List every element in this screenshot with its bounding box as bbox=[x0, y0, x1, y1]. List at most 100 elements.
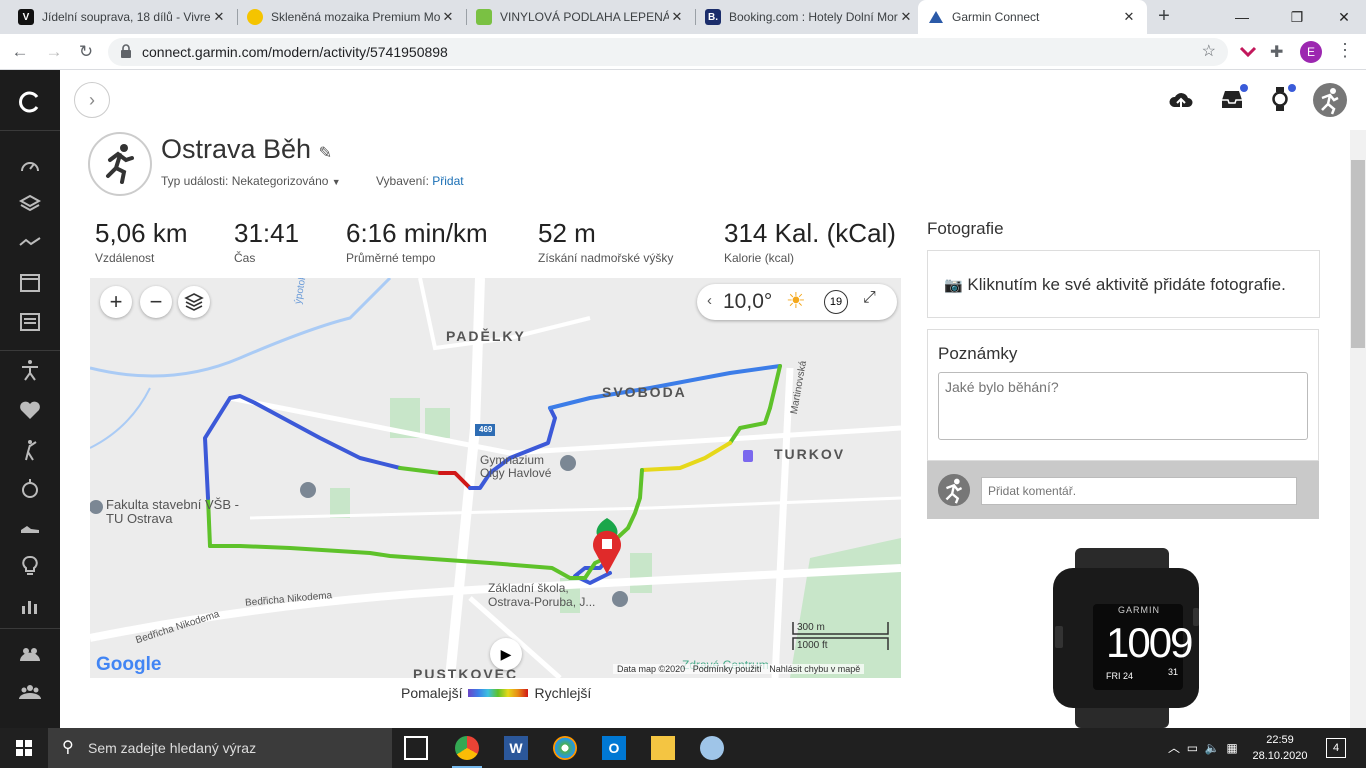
windows-start-icon[interactable] bbox=[0, 728, 48, 768]
booking-favicon: B. bbox=[705, 9, 721, 25]
vivre-favicon: V bbox=[18, 9, 34, 25]
volume-icon[interactable]: 🔈 bbox=[1205, 741, 1220, 755]
add-photos-box[interactable]: 📷 Kliknutím ke své aktivitě přidáte foto… bbox=[927, 250, 1320, 318]
floor-favicon bbox=[476, 9, 492, 25]
terms-link[interactable]: Podmínky použití bbox=[693, 664, 762, 674]
stopwatch-icon[interactable] bbox=[18, 476, 42, 500]
chevron-left-icon[interactable]: ‹ bbox=[707, 292, 712, 309]
golf-icon[interactable] bbox=[18, 438, 42, 462]
expand-sidebar-button[interactable]: › bbox=[74, 82, 110, 118]
tab-mozaika[interactable]: Skleněná mozaika Premium Mosaic ✕ bbox=[237, 0, 466, 34]
bookmark-star-icon[interactable]: ☆ bbox=[1202, 41, 1216, 61]
gear-row: Vybavení: Přidat bbox=[376, 174, 464, 188]
address-bar[interactable]: connect.garmin.com/modern/activity/57419… bbox=[108, 38, 1228, 66]
tab-garmin[interactable]: Garmin Connect ✕ bbox=[918, 0, 1147, 34]
tab-vivre[interactable]: V Jídelní souprava, 18 dílů - Vivre ✕ bbox=[8, 0, 237, 34]
watch-brand: GARMIN bbox=[1118, 605, 1160, 615]
chrome-menu-icon[interactable]: ⋮ bbox=[1336, 40, 1354, 61]
file-explorer-icon[interactable] bbox=[651, 736, 675, 760]
extensions-puzzle-icon[interactable]: ✚ bbox=[1270, 42, 1283, 62]
keyboard-icon[interactable]: ▦ bbox=[1226, 741, 1237, 755]
play-replay-button[interactable]: ▶ bbox=[490, 638, 522, 670]
activity-map[interactable]: PADĚLKY SVOBODA TURKOV PUSTKOVEC Gymnázi… bbox=[90, 278, 901, 678]
shoe-gear-icon[interactable] bbox=[18, 514, 42, 538]
layers-icon bbox=[184, 293, 204, 311]
app-taskbar-icon[interactable] bbox=[553, 736, 577, 760]
tab-booking[interactable]: B. Booking.com : Hotely Dolní Morava ✕ bbox=[695, 0, 924, 34]
close-tab-icon[interactable]: ✕ bbox=[898, 9, 914, 25]
zoom-out-button[interactable]: − bbox=[140, 286, 172, 318]
event-type-label: Typ události: bbox=[161, 174, 229, 188]
network-icon[interactable]: ▭ bbox=[1187, 741, 1198, 755]
word-taskbar-icon[interactable]: W bbox=[504, 736, 528, 760]
device-watch-icon[interactable] bbox=[1272, 86, 1288, 112]
close-tab-icon[interactable]: ✕ bbox=[211, 9, 227, 25]
close-tab-icon[interactable]: ✕ bbox=[669, 9, 685, 25]
garmin-logo-icon[interactable] bbox=[18, 90, 42, 114]
watch-day: FRI 24 bbox=[1106, 671, 1134, 681]
forward-icon[interactable]: → bbox=[42, 40, 66, 64]
close-window-icon[interactable]: ✕ bbox=[1330, 4, 1358, 30]
inbox-icon[interactable] bbox=[1220, 88, 1244, 110]
scrollbar-thumb[interactable] bbox=[1351, 160, 1365, 348]
tab-title: VINYLOVÁ PODLAHA LEPENÁ bbox=[500, 10, 669, 24]
activity-wave-icon[interactable] bbox=[18, 230, 42, 254]
pocket-extension-icon[interactable] bbox=[1238, 42, 1258, 62]
profile-avatar[interactable]: E bbox=[1300, 41, 1322, 63]
back-icon[interactable]: ← bbox=[8, 40, 32, 64]
training-person-icon[interactable] bbox=[18, 358, 42, 382]
map-layers-button[interactable] bbox=[178, 286, 210, 318]
restore-icon[interactable]: ❐ bbox=[1283, 4, 1311, 30]
notes-textarea[interactable] bbox=[938, 372, 1308, 440]
comment-input[interactable] bbox=[981, 477, 1297, 505]
fullscreen-icon[interactable]: ⤢ bbox=[863, 289, 876, 307]
minimize-icon[interactable]: — bbox=[1228, 4, 1256, 30]
add-photos-prompt[interactable]: 📷 Kliknutím ke své aktivitě přidáte foto… bbox=[944, 275, 1286, 295]
road-shield-label: 469 bbox=[479, 425, 493, 434]
news-feed-icon[interactable] bbox=[18, 310, 42, 334]
park-area bbox=[790, 538, 901, 678]
browser-tab-strip: V Jídelní souprava, 18 dílů - Vivre ✕ Sk… bbox=[0, 0, 1366, 34]
event-type[interactable]: Typ události: Nekategorizováno ▼ bbox=[161, 174, 341, 188]
taskbar-search[interactable]: ⚲ Sem zadejte hledaný výraz bbox=[48, 728, 392, 768]
connections-icon[interactable] bbox=[18, 642, 42, 666]
upload-cloud-icon[interactable] bbox=[1168, 88, 1194, 112]
map-label-school: Základní škola, Ostrava-Poruba, J... bbox=[488, 581, 596, 609]
running-icon bbox=[106, 144, 134, 184]
zoom-in-button[interactable]: + bbox=[100, 286, 132, 318]
outlook-taskbar-icon[interactable]: O bbox=[602, 736, 626, 760]
tray-chevron-icon[interactable]: ︿ bbox=[1168, 741, 1180, 755]
add-gear-link[interactable]: Přidat bbox=[432, 174, 463, 188]
notification-center-icon[interactable]: 4 bbox=[1326, 738, 1346, 758]
dashboard-gauge-icon[interactable] bbox=[18, 154, 42, 178]
report-map-error-link[interactable]: Nahlásit chybu v mapě bbox=[769, 664, 860, 674]
close-tab-icon[interactable]: ✕ bbox=[1121, 9, 1137, 25]
weather-widget[interactable]: ‹ 10,0° ☀ 19 ⤢ bbox=[697, 284, 897, 320]
groups-icon[interactable] bbox=[18, 680, 42, 704]
taskbar-clock[interactable]: 22:59 28.10.2020 bbox=[1248, 732, 1312, 764]
map-label-turkov: TURKOV bbox=[774, 446, 846, 462]
calendar-icon[interactable] bbox=[18, 270, 42, 294]
park-area bbox=[330, 488, 350, 518]
new-tab-button[interactable]: + bbox=[1150, 5, 1178, 29]
edit-pencil-icon[interactable]: ✎ bbox=[319, 145, 332, 162]
task-view-icon[interactable] bbox=[404, 736, 428, 760]
lightbulb-icon[interactable] bbox=[18, 554, 42, 578]
reload-icon[interactable]: ↻ bbox=[74, 40, 98, 64]
close-tab-icon[interactable]: ✕ bbox=[440, 9, 456, 25]
park-area bbox=[630, 553, 652, 593]
activity-title[interactable]: Ostrava Běh ✎ bbox=[161, 134, 332, 165]
chrome-taskbar-icon[interactable] bbox=[455, 736, 479, 760]
stat-label: Vzdálenost bbox=[95, 251, 155, 265]
heart-icon[interactable] bbox=[18, 398, 42, 422]
layers-icon[interactable] bbox=[18, 192, 42, 216]
river bbox=[90, 387, 151, 449]
user-avatar-icon[interactable] bbox=[1312, 82, 1348, 118]
tab-vinyl[interactable]: VINYLOVÁ PODLAHA LEPENÁ ✕ bbox=[466, 0, 695, 34]
map-label-faculty: Fakulta stavební VŠB - TU Ostrava bbox=[106, 497, 239, 526]
watch-date: 31 bbox=[1168, 667, 1179, 677]
paint-taskbar-icon[interactable] bbox=[700, 736, 724, 760]
sidebar-divider bbox=[0, 628, 60, 629]
reports-bar-icon[interactable] bbox=[18, 594, 42, 618]
stat-label: Čas bbox=[234, 251, 256, 265]
